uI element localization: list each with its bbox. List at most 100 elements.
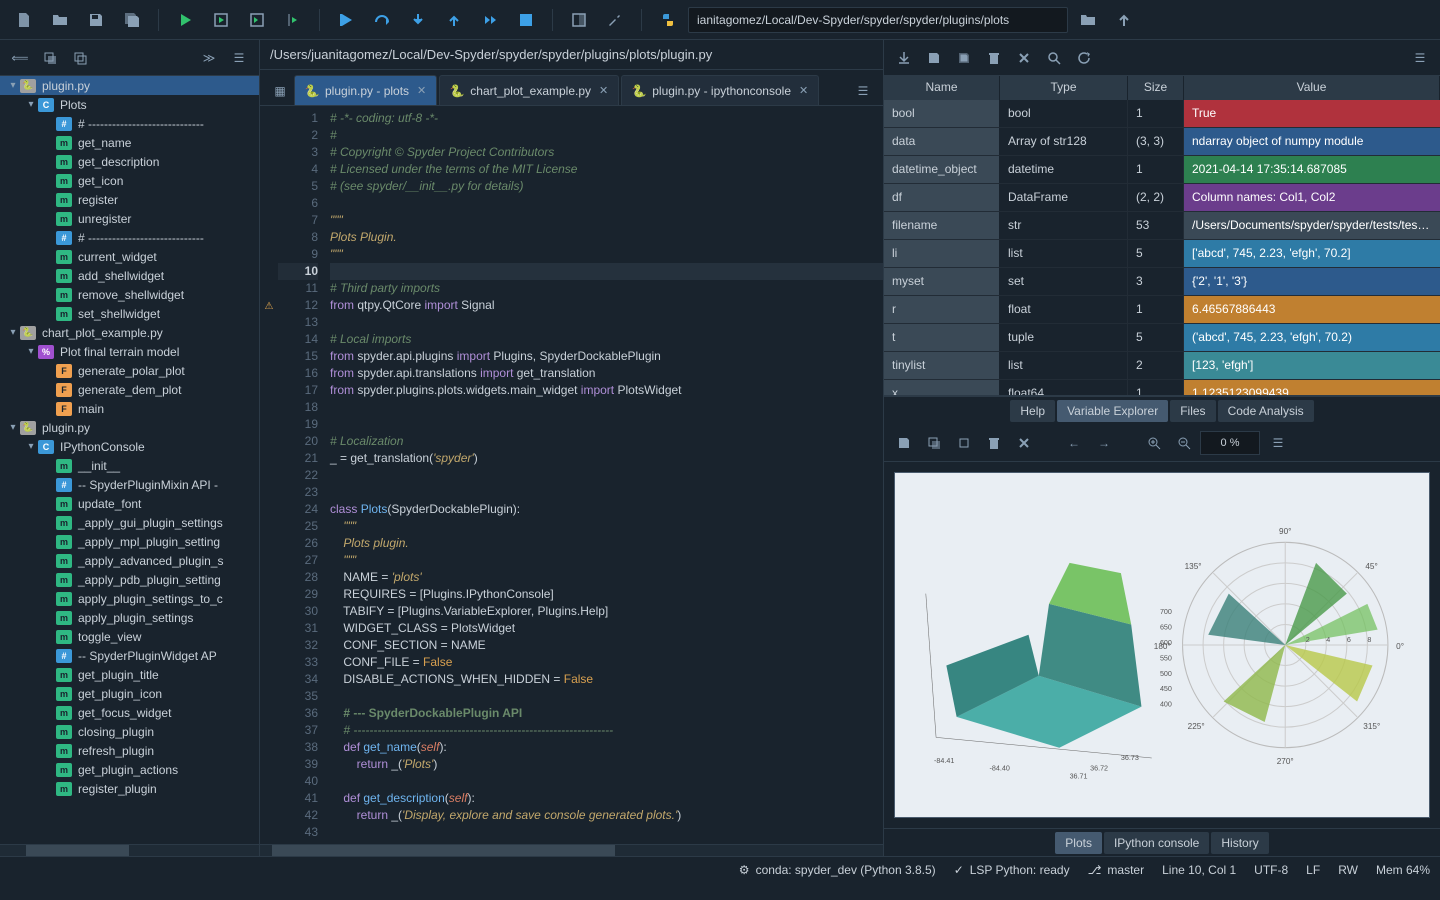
outline-item[interactable]: mrefresh_plugin (0, 741, 259, 760)
preferences-button[interactable] (599, 4, 631, 36)
outline-item[interactable]: ▾%Plot final terrain model (0, 342, 259, 361)
outline-item[interactable]: mget_icon (0, 171, 259, 190)
run-selection-button[interactable] (277, 4, 309, 36)
zoom-out-button[interactable] (1170, 429, 1198, 457)
save-data-button[interactable] (920, 44, 948, 72)
save-all-button[interactable] (116, 4, 148, 36)
browse-dir-button[interactable] (1072, 4, 1104, 36)
col-type[interactable]: Type (1000, 76, 1128, 100)
home-button[interactable]: ⟸ (6, 44, 34, 72)
outline-item[interactable]: mget_focus_widget (0, 703, 259, 722)
status-mem[interactable]: Mem 64% (1376, 863, 1430, 877)
pane-tab[interactable]: Help (1010, 400, 1055, 422)
continue-button[interactable] (474, 4, 506, 36)
outline-item[interactable]: mclosing_plugin (0, 722, 259, 741)
new-file-button[interactable] (8, 4, 40, 36)
varexp-body[interactable]: boolbool1TruedataArray of str128(3, 3)nd… (884, 100, 1440, 395)
outline-item[interactable]: m__init__ (0, 456, 259, 475)
var-row[interactable]: boolbool1True (884, 100, 1440, 128)
plot-canvas[interactable]: 700 650 600 550 500 450 400 -84.41 -84.4… (894, 472, 1430, 818)
outline-item[interactable]: ▾CPlots (0, 95, 259, 114)
code-editor[interactable]: ⚠ 12345678910111213141516171819202122232… (260, 106, 883, 844)
outline-item[interactable]: mget_description (0, 152, 259, 171)
var-row[interactable]: ttuple5('abcd', 745, 2.23, 'efgh', 70.2) (884, 324, 1440, 352)
outline-item[interactable]: #-- SpyderPluginMixin API - (0, 475, 259, 494)
var-row[interactable]: rfloat16.46567886443 (884, 296, 1440, 324)
outline-item[interactable]: madd_shellwidget (0, 266, 259, 285)
outline-item[interactable]: mremove_shellwidget (0, 285, 259, 304)
outline-item[interactable]: ## ----------------------------- (0, 228, 259, 247)
pane-tab[interactable]: History (1211, 832, 1268, 854)
var-row[interactable]: dataArray of str128(3, 3)ndarray object … (884, 128, 1440, 156)
delete-all-plots-button[interactable] (1010, 429, 1038, 457)
outline-item[interactable]: ## ----------------------------- (0, 114, 259, 133)
delete-all-button[interactable] (1010, 44, 1038, 72)
outline-item[interactable]: mget_plugin_title (0, 665, 259, 684)
debug-button[interactable] (330, 4, 362, 36)
outline-item[interactable]: mapply_plugin_settings (0, 608, 259, 627)
pane-tab[interactable]: Files (1170, 400, 1215, 422)
outline-item[interactable]: mget_plugin_icon (0, 684, 259, 703)
outline-item[interactable]: Fmain (0, 399, 259, 418)
var-row[interactable]: lilist5['abcd', 745, 2.23, 'efgh', 70.2] (884, 240, 1440, 268)
editor-tab[interactable]: 🐍plugin.py - plots✕ (294, 75, 437, 105)
run-cell-button[interactable] (205, 4, 237, 36)
col-size[interactable]: Size (1128, 76, 1184, 100)
outline-item[interactable]: m_apply_gui_plugin_settings (0, 513, 259, 532)
outline-item[interactable]: mset_shellwidget (0, 304, 259, 323)
outline-item[interactable]: m_apply_mpl_plugin_setting (0, 532, 259, 551)
outline-item[interactable]: m_apply_pdb_plugin_setting (0, 570, 259, 589)
outline-item[interactable]: Fgenerate_dem_plot (0, 380, 259, 399)
var-row[interactable]: tinylistlist2[123, 'efgh'] (884, 352, 1440, 380)
run-cell-advance-button[interactable] (241, 4, 273, 36)
stop-debug-button[interactable] (510, 4, 542, 36)
outline-item[interactable]: m_apply_advanced_plugin_s (0, 551, 259, 570)
save-all-plots-button[interactable] (920, 429, 948, 457)
close-tab-icon[interactable]: ✕ (599, 84, 608, 97)
open-file-button[interactable] (44, 4, 76, 36)
pane-tab[interactable]: IPython console (1104, 832, 1209, 854)
status-conda[interactable]: ⚙ conda: spyder_dev (Python 3.8.5) (739, 863, 936, 877)
copy-button[interactable] (36, 44, 64, 72)
status-git[interactable]: ⎇ master (1088, 863, 1145, 877)
outline-item[interactable]: mregister_plugin (0, 779, 259, 798)
zoom-in-button[interactable] (1140, 429, 1168, 457)
outline-item[interactable]: munregister (0, 209, 259, 228)
close-tab-icon[interactable]: ✕ (799, 84, 808, 97)
editor-tab[interactable]: 🐍plugin.py - ipythonconsole✕ (621, 75, 819, 105)
expand-button[interactable] (66, 44, 94, 72)
outline-item[interactable]: mupdate_font (0, 494, 259, 513)
pane-tab[interactable]: Code Analysis (1218, 400, 1314, 422)
python-path-button[interactable] (652, 4, 684, 36)
outline-item[interactable]: Fgenerate_polar_plot (0, 361, 259, 380)
refresh-var-button[interactable] (1070, 44, 1098, 72)
outline-scrollbar[interactable] (0, 844, 259, 856)
outline-item[interactable]: mget_plugin_actions (0, 760, 259, 779)
outline-item[interactable]: mtoggle_view (0, 627, 259, 646)
status-encoding[interactable]: UTF-8 (1254, 863, 1288, 877)
pane-tab[interactable]: Plots (1055, 832, 1102, 854)
delete-plot-button[interactable] (980, 429, 1008, 457)
tab-list-button[interactable]: ▦ (266, 77, 294, 105)
varexp-header[interactable]: Name Type Size Value (884, 76, 1440, 100)
close-tab-icon[interactable]: ✕ (417, 84, 426, 97)
step-out-button[interactable] (438, 4, 470, 36)
prev-plot-button[interactable]: ← (1060, 429, 1088, 457)
editor-options-button[interactable]: ☰ (849, 77, 877, 105)
outline-item[interactable]: ▾🐍plugin.py (0, 76, 259, 95)
parent-dir-button[interactable] (1108, 4, 1140, 36)
outline-item[interactable]: ▾🐍chart_plot_example.py (0, 323, 259, 342)
status-cursor[interactable]: Line 10, Col 1 (1162, 863, 1236, 877)
outline-item[interactable]: ▾🐍plugin.py (0, 418, 259, 437)
editor-tab[interactable]: 🐍chart_plot_example.py✕ (439, 75, 619, 105)
outline-item[interactable]: mget_name (0, 133, 259, 152)
status-lsp[interactable]: ✓ LSP Python: ready (954, 863, 1070, 877)
status-perm[interactable]: RW (1338, 863, 1358, 877)
search-var-button[interactable] (1040, 44, 1068, 72)
more-button[interactable]: ≫ (195, 44, 223, 72)
save-button[interactable] (80, 4, 112, 36)
var-row[interactable]: dfDataFrame(2, 2)Column names: Col1, Col… (884, 184, 1440, 212)
outline-item[interactable]: mapply_plugin_settings_to_c (0, 589, 259, 608)
status-eol[interactable]: LF (1306, 863, 1320, 877)
save-data-as-button[interactable] (950, 44, 978, 72)
